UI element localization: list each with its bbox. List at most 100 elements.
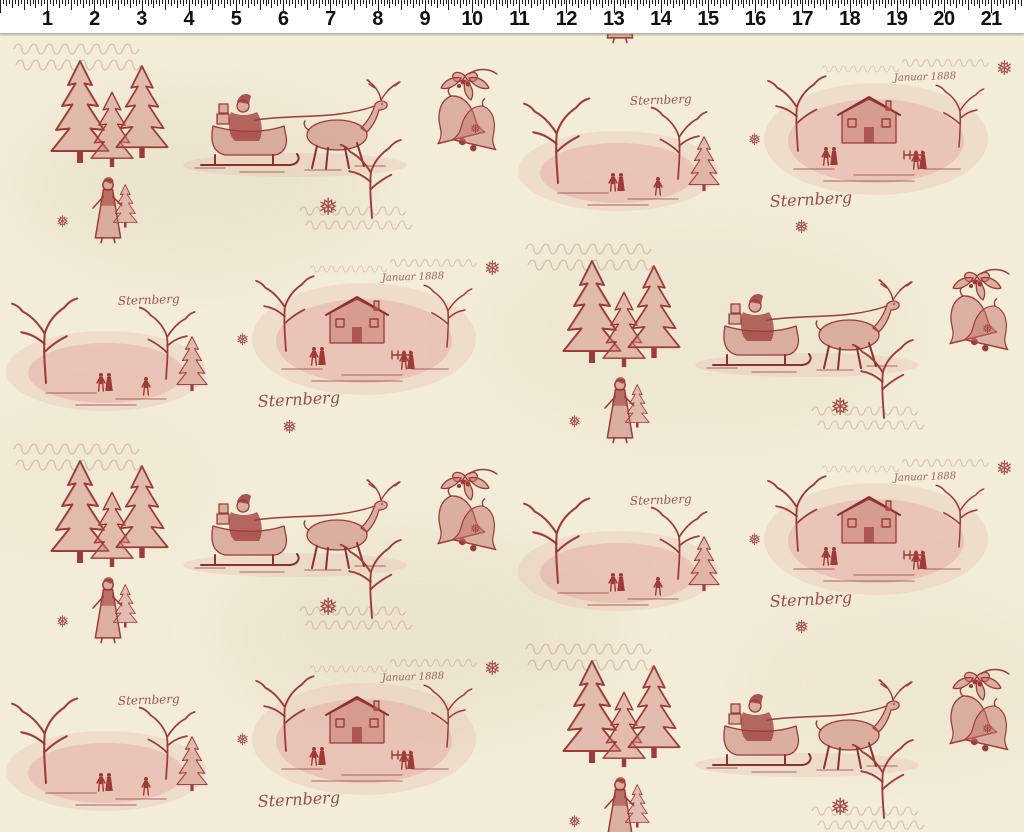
ruler-tick xyxy=(381,0,382,4)
ruler-tick xyxy=(625,0,626,8)
ruler-tick xyxy=(587,0,588,4)
ruler-number-13: 13 xyxy=(603,8,624,31)
ruler-tick xyxy=(956,0,957,8)
ruler-tick xyxy=(679,0,680,6)
toile-pattern: ❅ ❅ ❅ ❅ ❅ ❅ xyxy=(0,33,1024,832)
ruler-tick xyxy=(873,0,874,10)
ruler-tick xyxy=(201,0,202,8)
ruler: 123456789101112131415161718192021 xyxy=(0,0,1024,34)
ruler-tick xyxy=(543,0,544,10)
ruler-tick xyxy=(245,0,246,4)
ruler-tick xyxy=(177,0,178,8)
ruler-number-8: 8 xyxy=(372,8,383,31)
ruler-tick xyxy=(540,0,541,4)
ruler-tick xyxy=(720,0,721,8)
ruler-tick xyxy=(375,0,376,4)
ruler-tick xyxy=(21,0,22,4)
ruler-tick xyxy=(493,0,494,4)
ruler-tick xyxy=(180,0,181,4)
ruler-tick xyxy=(18,0,19,6)
ruler-tick xyxy=(599,0,600,4)
ruler-tick xyxy=(328,0,329,4)
ruler-tick xyxy=(838,0,839,8)
ruler-tick xyxy=(602,0,603,8)
ruler-tick xyxy=(637,0,638,10)
ruler-tick xyxy=(195,0,196,6)
ruler-tick xyxy=(145,0,146,4)
ruler-tick xyxy=(817,0,818,4)
ruler-number-10: 10 xyxy=(461,8,482,31)
ruler-tick xyxy=(251,0,252,4)
ruler-tick xyxy=(664,0,665,4)
ruler-tick xyxy=(466,0,467,6)
ruler-tick xyxy=(953,0,954,4)
ruler-tick xyxy=(198,0,199,4)
ruler-tick xyxy=(333,0,334,4)
ruler-tick xyxy=(24,0,25,10)
ruler-tick xyxy=(366,0,367,8)
ruler-tick xyxy=(779,0,780,10)
ruler-tick xyxy=(316,0,317,4)
ruler-tick xyxy=(959,0,960,4)
ruler-tick xyxy=(192,0,193,4)
ruler-tick xyxy=(204,0,205,4)
ruler-tick xyxy=(962,0,963,6)
ruler-tick xyxy=(478,0,479,6)
ruler-tick xyxy=(729,0,730,4)
ruler-number-2: 2 xyxy=(89,8,100,31)
ruler-number-17: 17 xyxy=(792,8,813,31)
ruler-tick xyxy=(555,0,556,8)
ruler-tick xyxy=(263,0,264,4)
ruler-number-6: 6 xyxy=(278,8,289,31)
ruler-tick xyxy=(717,0,718,4)
ruler-tick xyxy=(407,0,408,6)
ruler-tick xyxy=(531,0,532,8)
ruler-tick xyxy=(345,0,346,4)
ruler-tick xyxy=(997,0,998,6)
ruler-tick xyxy=(938,0,939,6)
ruler-number-15: 15 xyxy=(697,8,718,31)
ruler-tick xyxy=(1012,0,1013,4)
ruler-tick xyxy=(384,0,385,6)
ruler-tick xyxy=(687,0,688,4)
ruler-tick xyxy=(758,0,759,4)
ruler-number-4: 4 xyxy=(183,8,194,31)
ruler-tick xyxy=(658,0,659,4)
ruler-tick xyxy=(357,0,358,4)
ruler-tick xyxy=(800,0,801,4)
ruler-tick xyxy=(428,0,429,4)
ruler-tick xyxy=(389,0,390,8)
ruler-tick xyxy=(416,0,417,4)
ruler-number-18: 18 xyxy=(839,8,860,31)
ruler-tick xyxy=(354,0,355,10)
ruler-tick xyxy=(617,0,618,4)
ruler-tick xyxy=(398,0,399,4)
fabric-swatch: ❅ ❅ ❅ ❅ ❅ ❅ xyxy=(0,33,1024,832)
ruler-tick xyxy=(351,0,352,4)
ruler-tick xyxy=(487,0,488,4)
ruler-number-7: 7 xyxy=(325,8,336,31)
ruler-tick xyxy=(620,0,621,6)
ruler-tick xyxy=(808,0,809,6)
ruler-tick xyxy=(864,0,865,4)
ruler-tick xyxy=(1006,0,1007,4)
ruler-tick xyxy=(322,0,323,4)
ruler-tick xyxy=(339,0,340,4)
ruler-tick xyxy=(776,0,777,4)
ruler-tick xyxy=(634,0,635,4)
ruler-tick xyxy=(392,0,393,4)
ruler-tick xyxy=(605,0,606,4)
ruler-tick xyxy=(387,0,388,4)
ruler-tick xyxy=(342,0,343,8)
ruler-tick xyxy=(460,0,461,8)
ruler-tick xyxy=(151,0,152,4)
ruler-tick xyxy=(867,0,868,6)
ruler-tick xyxy=(44,0,45,4)
ruler-tick xyxy=(103,0,104,4)
ruler-tick xyxy=(289,0,290,6)
ruler-tick xyxy=(174,0,175,4)
ruler-number-20: 20 xyxy=(933,8,954,31)
ruler-tick xyxy=(454,0,455,6)
ruler-tick xyxy=(894,0,895,4)
ruler-tick xyxy=(448,0,449,10)
